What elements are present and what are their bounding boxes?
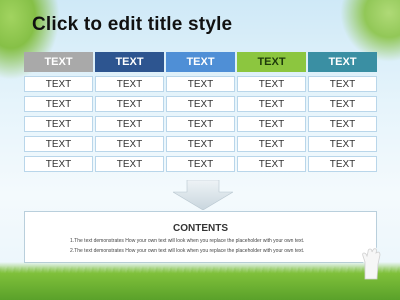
table-header-cell[interactable]: TEXT bbox=[24, 52, 93, 72]
down-arrow-icon bbox=[173, 180, 233, 210]
table-cell[interactable]: TEXT bbox=[308, 116, 377, 132]
table-cell[interactable]: TEXT bbox=[95, 96, 164, 112]
slide-title[interactable]: Click to edit title style bbox=[32, 14, 232, 36]
table-cell[interactable]: TEXT bbox=[24, 76, 93, 92]
table-cell[interactable]: TEXT bbox=[95, 116, 164, 132]
table-cell[interactable]: TEXT bbox=[237, 76, 306, 92]
table-cell[interactable]: TEXT bbox=[166, 156, 235, 172]
contents-line[interactable]: 1.The text demonstrates How your own tex… bbox=[70, 238, 304, 244]
table-cell[interactable]: TEXT bbox=[308, 136, 377, 152]
table-cell[interactable]: TEXT bbox=[95, 136, 164, 152]
table-cell[interactable]: TEXT bbox=[95, 156, 164, 172]
contents-box: CONTENTS 1.The text demonstrates How you… bbox=[24, 211, 377, 263]
contents-title[interactable]: CONTENTS bbox=[25, 223, 376, 234]
grass-decoration bbox=[0, 262, 400, 300]
table-cell[interactable]: TEXT bbox=[237, 116, 306, 132]
table-cell[interactable]: TEXT bbox=[24, 156, 93, 172]
data-table: TEXT TEXT TEXT TEXT TEXT TEXT TEXT TEXT … bbox=[24, 52, 377, 172]
table-cell[interactable]: TEXT bbox=[308, 96, 377, 112]
table-cell[interactable]: TEXT bbox=[24, 96, 93, 112]
table-header-cell[interactable]: TEXT bbox=[308, 52, 377, 72]
table-cell[interactable]: TEXT bbox=[95, 76, 164, 92]
table-cell[interactable]: TEXT bbox=[166, 96, 235, 112]
table-cell[interactable]: TEXT bbox=[24, 116, 93, 132]
table-cell[interactable]: TEXT bbox=[24, 136, 93, 152]
table-cell[interactable]: TEXT bbox=[237, 96, 306, 112]
table-header-cell[interactable]: TEXT bbox=[237, 52, 306, 72]
table-cell[interactable]: TEXT bbox=[166, 136, 235, 152]
white-glove-icon bbox=[362, 248, 381, 280]
table-cell[interactable]: TEXT bbox=[166, 116, 235, 132]
contents-line[interactable]: 2.The text demonstrates How your own tex… bbox=[70, 248, 304, 254]
table-header-cell[interactable]: TEXT bbox=[166, 52, 235, 72]
table-cell[interactable]: TEXT bbox=[166, 76, 235, 92]
table-header-cell[interactable]: TEXT bbox=[95, 52, 164, 72]
table-cell[interactable]: TEXT bbox=[308, 156, 377, 172]
table-cell[interactable]: TEXT bbox=[237, 136, 306, 152]
table-cell[interactable]: TEXT bbox=[308, 76, 377, 92]
table-cell[interactable]: TEXT bbox=[237, 156, 306, 172]
